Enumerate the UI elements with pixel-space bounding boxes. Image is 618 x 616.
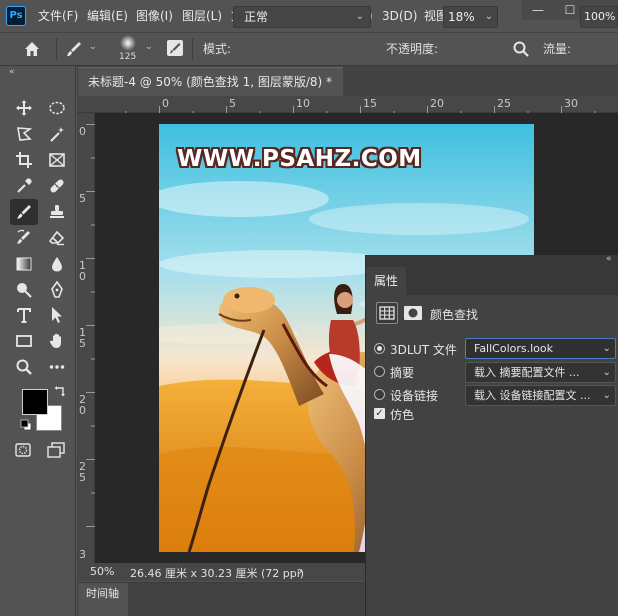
horizontal-ruler-ticks [95,104,618,115]
tab-properties[interactable]: 属性 [366,267,406,295]
ruler-label: 5 [79,192,86,205]
history-brush-tool-icon[interactable] [12,226,36,250]
mode-label: 模式: [203,42,232,56]
menu-file[interactable]: 文件(F) [38,0,78,32]
radio-3dlut[interactable] [374,343,385,354]
brush-settings-icon[interactable] [165,38,185,58]
chevron-down-icon[interactable]: ⌄ [89,42,97,52]
adjustment-icon[interactable] [376,302,398,324]
ruler-label: 0 [79,125,86,138]
chevron-down-icon: ⌄ [602,343,611,354]
ruler-label: 5 [229,97,236,110]
mode-value: 正常 [244,10,269,24]
lut-file-dropdown[interactable]: FallColors.look ⌄ [465,338,616,359]
eyedropper-tool-icon[interactable] [12,174,36,198]
zoom-level[interactable]: 50% [90,565,114,578]
path-selection-tool-icon[interactable] [45,303,69,327]
zoom-tool-icon[interactable] [12,355,36,379]
healing-brush-tool-icon[interactable] [45,174,69,198]
screen-mode-icon[interactable] [46,441,66,459]
move-tool-icon[interactable] [12,96,36,120]
dither-label: 仿色 [390,408,415,422]
lasso-tool-icon[interactable] [12,122,36,146]
menu-edit[interactable]: 编辑(E) [87,0,128,32]
timeline-tab[interactable]: 时间轴 [78,583,128,616]
type-tool-icon[interactable] [12,303,36,327]
opacity-input[interactable]: 18% ⌄ [443,6,498,28]
flow-label: 流量: [543,42,572,56]
radio-abstract[interactable] [374,366,385,377]
opacity-value: 18% [448,10,475,24]
radio-device-link[interactable] [374,389,385,400]
chevron-down-icon: ⌄ [355,11,364,22]
gradient-tool-icon[interactable] [12,252,36,276]
document-size: 26.46 厘米 x 30.23 厘米 (72 ppi) [130,567,305,580]
brush-size-value: 125 [119,52,137,62]
layer-mask-icon[interactable] [403,305,423,321]
ruler-label: 1 0 [79,259,86,283]
option-label-abstract: 摘要 [390,366,415,380]
ruler-label: 15 [363,97,377,110]
panel-collapse-icon[interactable]: « [606,254,612,264]
marquee-tool-icon[interactable] [45,96,69,120]
flow-value: 100% [584,10,616,23]
eraser-tool-icon[interactable] [45,226,69,250]
dither-checkbox[interactable]: ✓ [374,408,385,419]
menu-3d[interactable]: 3D(D) [382,0,417,32]
layer-type-label: 颜色查找 [430,308,479,322]
brush-tool-icon[interactable] [10,199,38,225]
abstract-profile-dropdown[interactable]: 载入 摘要配置文件 ... ⌄ [465,362,616,383]
pressure-opacity-icon[interactable] [512,40,530,58]
device-link-value: 载入 设备链接配置文 ... [474,389,591,402]
opacity-label: 不透明度: [386,42,439,56]
panel-header [366,255,618,266]
clone-stamp-tool-icon[interactable] [45,200,69,224]
chevron-down-icon: ⌄ [484,11,493,22]
ruler-label: 2 5 [79,460,86,484]
menu-layer[interactable]: 图层(L) [182,0,222,32]
magic-wand-tool-icon[interactable] [45,122,69,146]
document-tab[interactable]: 未标题-4 @ 50% (颜色查找 1, 图层蒙版/8) * [78,67,343,96]
minimize-button[interactable]: — [522,0,554,20]
pen-tool-icon[interactable] [45,278,69,302]
brush-preset-icon[interactable] [64,39,84,59]
blur-tool-icon[interactable] [45,252,69,276]
hand-tool-icon[interactable] [45,329,69,353]
quick-mask-icon[interactable] [14,441,32,459]
ruler-label: 20 [430,97,444,110]
brush-tip-icon[interactable] [115,34,141,52]
mode-select[interactable]: 正常 ⌄ [233,6,371,28]
flow-input[interactable]: 100% [580,6,618,28]
ruler-label: 10 [296,97,310,110]
rectangle-tool-icon[interactable] [12,329,36,353]
option-label-device-link: 设备链接 [390,389,439,403]
menu-image[interactable]: 图像(I) [136,0,173,32]
dodge-tool-icon[interactable] [12,278,36,302]
option-label-3dlut: 3DLUT 文件 [390,343,457,357]
default-colors-icon[interactable] [20,419,32,431]
toolbar-collapse-icon[interactable]: « [9,67,15,77]
watermark-text: WWW.PSAHZ.COM [177,146,422,172]
more-tools-icon[interactable] [45,355,69,379]
ruler-label: 1 5 [79,326,86,350]
chevron-down-icon[interactable]: ⌄ [145,42,153,52]
ruler-label: 2 0 [79,393,86,417]
photoshop-logo: Ps [6,6,26,26]
foreground-color-swatch[interactable] [22,389,48,415]
crop-tool-icon[interactable] [12,148,36,172]
home-icon[interactable] [22,39,42,59]
ruler-label: 3 [79,548,86,561]
swap-colors-icon[interactable] [53,385,67,399]
chevron-down-icon: ⌄ [602,390,611,401]
ruler-label: 25 [497,97,511,110]
abstract-profile-value: 载入 摘要配置文件 ... [474,366,580,379]
frame-tool-icon[interactable] [45,148,69,172]
lut-file-value: FallColors.look [474,342,554,355]
status-menu-arrow-icon[interactable]: › [298,564,303,578]
ruler-label: 0 [162,97,169,110]
ruler-label: 30 [564,97,578,110]
device-link-dropdown[interactable]: 载入 设备链接配置文 ... ⌄ [465,385,616,406]
chevron-down-icon: ⌄ [602,367,611,378]
